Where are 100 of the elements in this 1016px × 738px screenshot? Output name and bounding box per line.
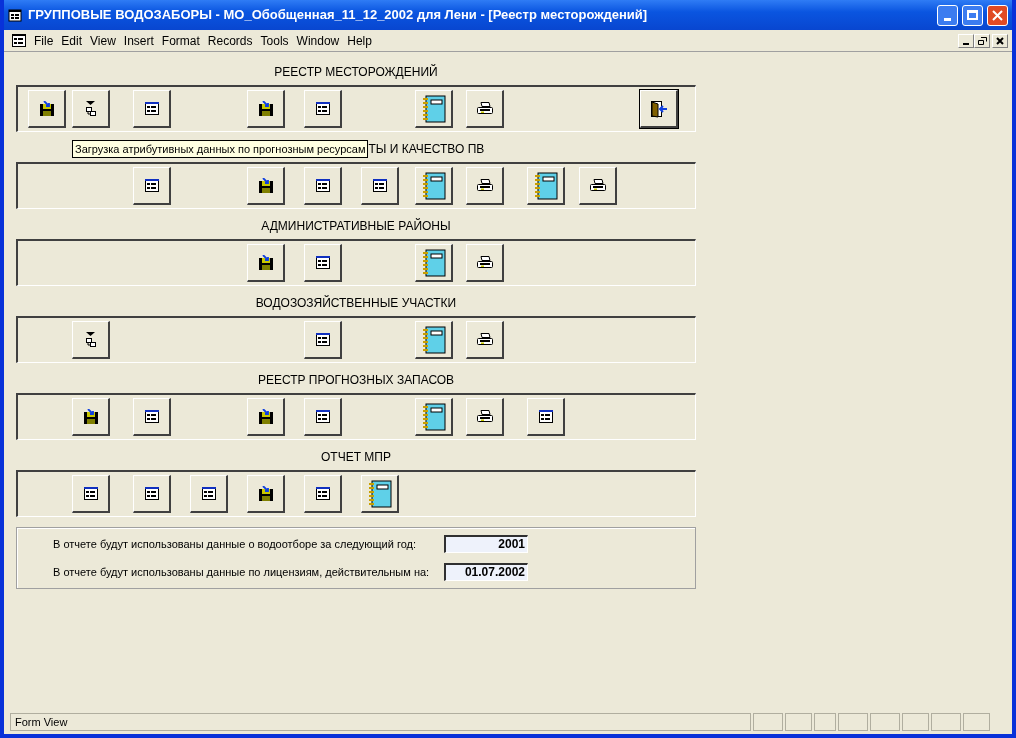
status-pane: [902, 713, 929, 731]
section-title: ВОДОЗОЗЯЙСТВЕННЫЕ УЧАСТКИ: [255, 294, 457, 312]
form-icon: [315, 256, 330, 269]
door-exit-icon: [648, 98, 669, 119]
form-icon: [144, 179, 159, 192]
status-pane: [838, 713, 868, 731]
toolbar-button[interactable]: [415, 321, 453, 359]
section-title: РЕЕСТР ПРОГНОЗНЫХ ЗАПАСОВ: [257, 372, 455, 389]
printer-icon: [475, 255, 494, 270]
printer-icon: [588, 178, 607, 193]
maximize-button[interactable]: [962, 4, 983, 26]
toolbar-button[interactable]: [579, 167, 617, 205]
status-pane: [870, 713, 900, 731]
toolbar-button[interactable]: [133, 90, 171, 128]
form-icon: [315, 102, 330, 115]
toolbar-button[interactable]: [247, 398, 285, 436]
input-field[interactable]: 01.07.2002: [444, 563, 528, 581]
status-text: Form View: [10, 713, 751, 731]
form-icon: [144, 410, 159, 423]
toolbar-button[interactable]: [415, 244, 453, 282]
toolbar-button[interactable]: [247, 167, 285, 205]
toolbar-button[interactable]: [247, 244, 285, 282]
form-icon: [315, 333, 330, 346]
status-pane: [963, 713, 990, 731]
toolbar-button[interactable]: [72, 398, 110, 436]
toolbar-button[interactable]: [190, 475, 228, 513]
toolbar-button[interactable]: [640, 90, 678, 128]
toolbar-button[interactable]: [72, 90, 110, 128]
menu-item[interactable]: Records: [203, 31, 257, 50]
menu-item[interactable]: Help: [343, 31, 376, 50]
toolbar-button[interactable]: [247, 90, 285, 128]
toolbar-button[interactable]: [466, 244, 504, 282]
toolbar-button[interactable]: [247, 475, 285, 513]
menu-item[interactable]: Window: [292, 31, 344, 50]
menu-item[interactable]: Tools: [256, 31, 293, 50]
toolbar-button[interactable]: [466, 167, 504, 205]
notebook-icon: [421, 325, 446, 354]
toolbar-button[interactable]: [72, 475, 110, 513]
restore-button[interactable]: [974, 33, 990, 48]
toolbar-button[interactable]: [527, 398, 565, 436]
toolbar-button[interactable]: [133, 398, 171, 436]
toolbar-button[interactable]: [304, 398, 342, 436]
toolbar-button[interactable]: [361, 475, 399, 513]
status-pane: [785, 713, 812, 731]
toolbar-button[interactable]: [304, 321, 342, 359]
toolbar-button[interactable]: [466, 90, 504, 128]
status-pane: [753, 713, 783, 731]
toolbar-button[interactable]: [415, 90, 453, 128]
section-title: ТЫ И КАЧЕСТВО ПВ: [368, 141, 485, 158]
form-icon: [201, 487, 216, 500]
filter-icon: [84, 100, 97, 117]
menu-item[interactable]: Format: [157, 31, 204, 50]
toolbar-button[interactable]: [304, 244, 342, 282]
notebook-icon: [367, 479, 392, 508]
form-icon: [8, 7, 24, 23]
toolbar-button[interactable]: [304, 90, 342, 128]
field-label: В отчете будут использованы данные по лицензиям, действительным на:: [52, 564, 431, 580]
tooltip: Загрузка атрибутивных данных по прогнозным ресурсам: [72, 140, 369, 158]
status-pane: [931, 713, 961, 731]
printer-icon: [475, 178, 494, 193]
section-title: ОТЧЕТ МПР: [321, 449, 391, 466]
form-icon: [144, 102, 159, 115]
form-icon: [144, 487, 159, 500]
close-icon: [996, 36, 1004, 45]
form-icon: [372, 179, 387, 192]
toolbar-button[interactable]: [133, 475, 171, 513]
printer-icon: [475, 409, 494, 424]
toolbar-button[interactable]: [466, 398, 504, 436]
toolbar-button[interactable]: [304, 167, 342, 205]
menu-item[interactable]: Insert: [119, 31, 158, 50]
toolbar-button[interactable]: [28, 90, 66, 128]
restore-icon: [977, 36, 987, 45]
toolbar-button[interactable]: [415, 398, 453, 436]
notebook-icon: [421, 171, 446, 200]
toolbar-button[interactable]: [466, 321, 504, 359]
toolbar-button[interactable]: [527, 167, 565, 205]
section-title: РЕЕСТР МЕСТОРОЖДЕНИЙ: [274, 63, 438, 81]
close-icon: [992, 9, 1003, 21]
notebook-icon: [421, 94, 446, 123]
form-icon: [83, 487, 98, 500]
menu-item[interactable]: Edit: [57, 31, 87, 50]
form-icon[interactable]: [12, 34, 26, 47]
section-title: АДМИНИСТРАТИВНЫЕ РАЙОНЫ: [261, 217, 451, 235]
close-button[interactable]: [992, 33, 1008, 48]
toolbar-button[interactable]: [304, 475, 342, 513]
printer-icon: [475, 101, 494, 116]
menu-item[interactable]: View: [86, 31, 120, 50]
toolbar-button[interactable]: [361, 167, 399, 205]
notebook-icon: [421, 248, 446, 277]
form-icon: [538, 410, 553, 423]
form-icon: [315, 410, 330, 423]
toolbar-button[interactable]: [415, 167, 453, 205]
toolbar-button[interactable]: [72, 321, 110, 359]
toolbar-button[interactable]: [133, 167, 171, 205]
input-field[interactable]: 2001: [444, 535, 528, 553]
form-icon: [315, 179, 330, 192]
printer-icon: [475, 332, 494, 347]
menu-item[interactable]: File: [30, 31, 58, 50]
minimize-button[interactable]: [958, 33, 974, 48]
window-title: ГРУППОВЫЕ ВОДОЗАБОРЫ - МО_Обобщенная_11_12_2002 для Лени - [Реестр месторождений]: [28, 6, 648, 25]
